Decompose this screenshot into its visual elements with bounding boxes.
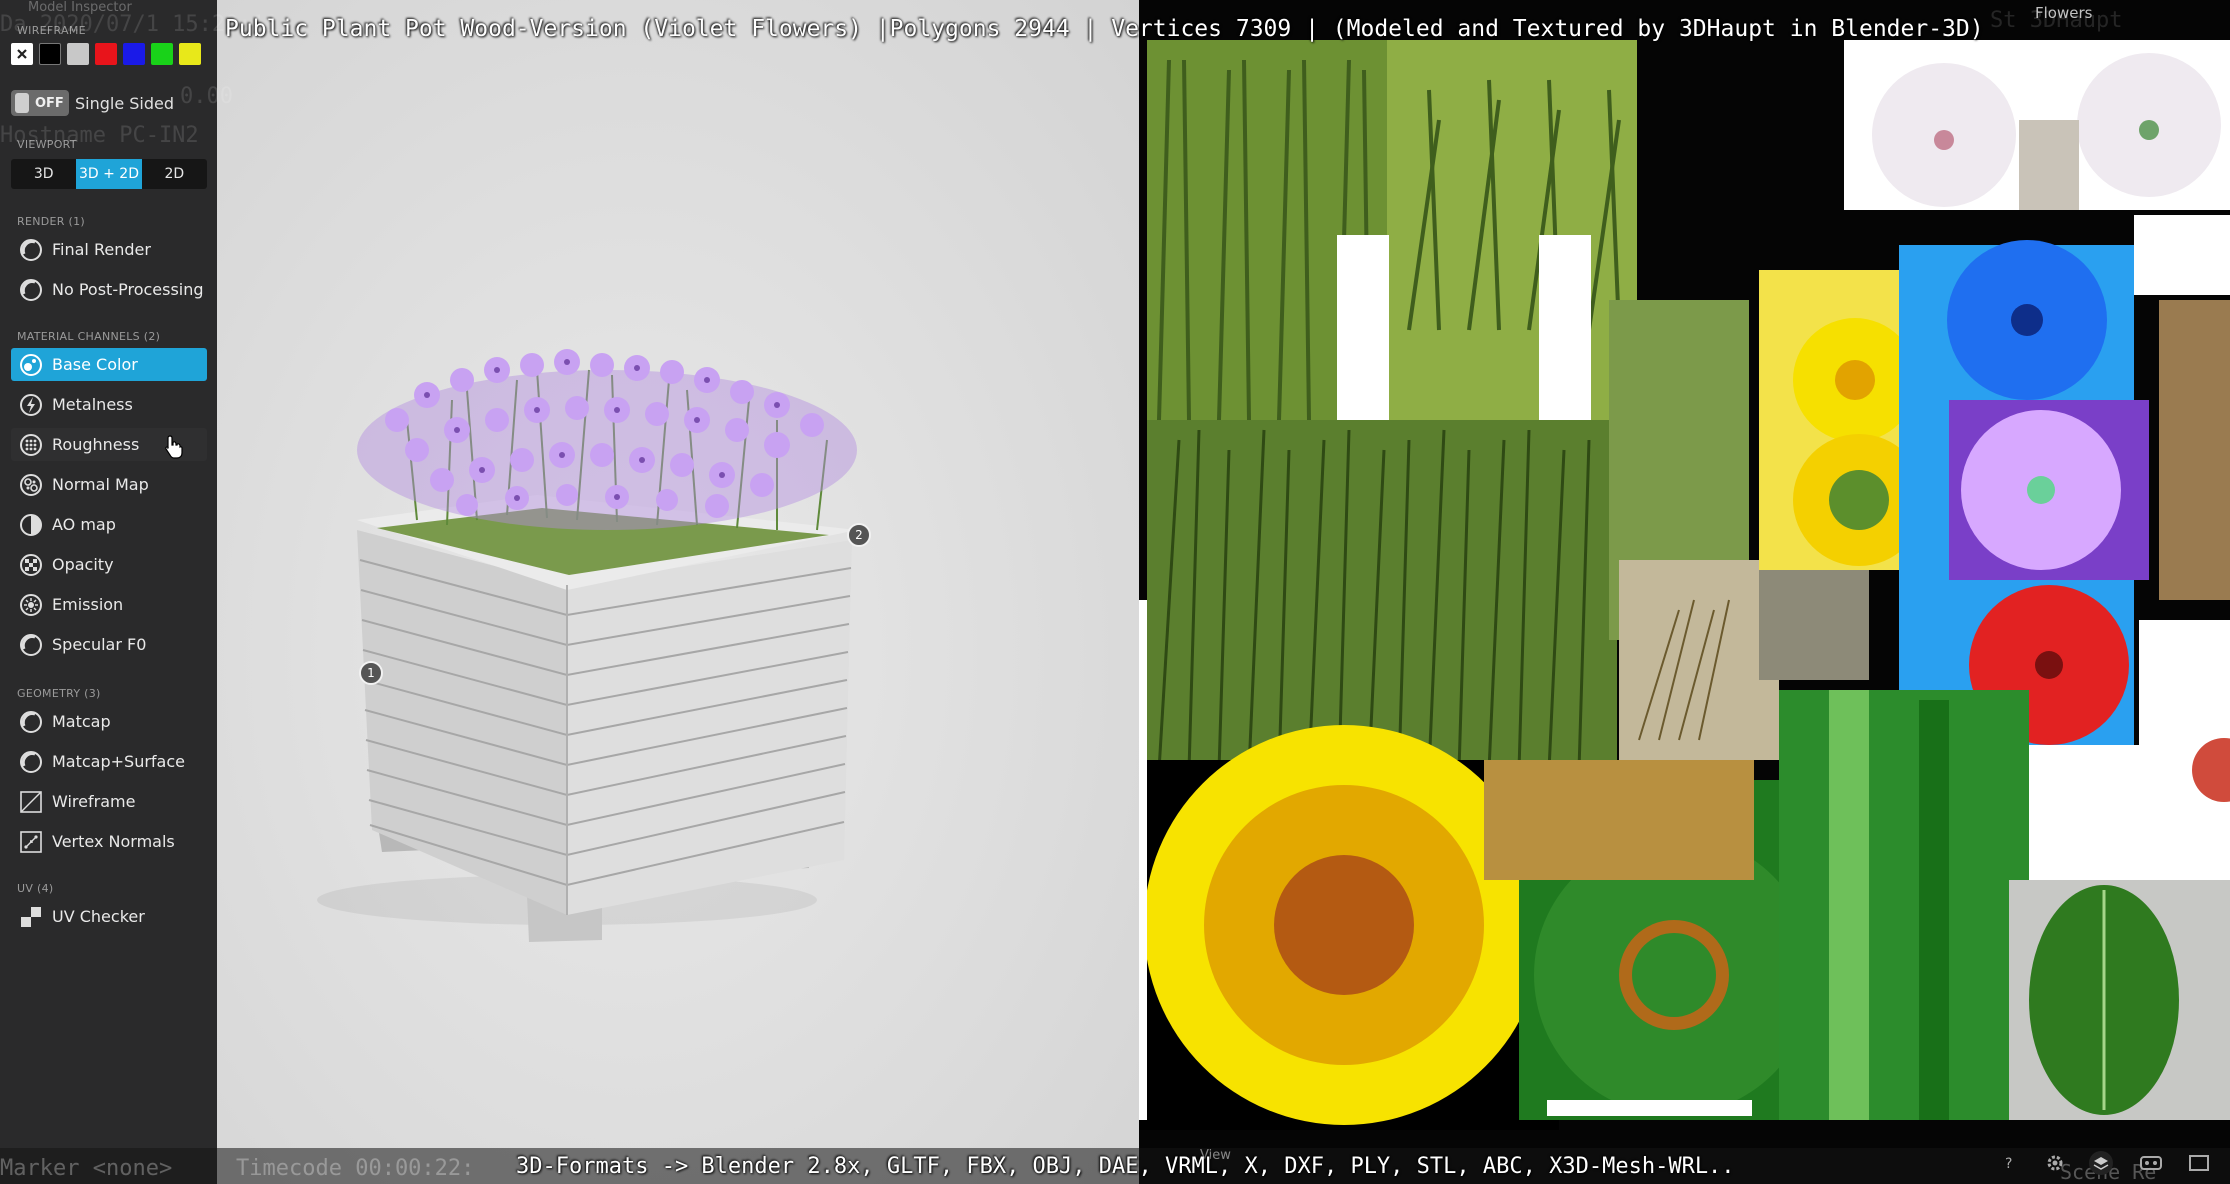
menu-item-specular-f0[interactable]: Specular F0: [11, 628, 207, 661]
menu-item-label: Roughness: [52, 435, 140, 454]
matcap-surface-icon: [17, 748, 45, 776]
swatch-red[interactable]: [95, 43, 117, 65]
swatch-grey[interactable]: [67, 43, 89, 65]
close-icon: [17, 49, 27, 59]
swatch-none[interactable]: [11, 43, 33, 65]
viewport-mode-2d[interactable]: 2D: [142, 159, 207, 189]
menu-item-uv-checker[interactable]: UV Checker: [11, 900, 207, 933]
menu-item-label: Wireframe: [52, 792, 136, 811]
flower-texture-atlas: [1139, 0, 2230, 1184]
roughness-icon: [17, 431, 45, 459]
menu-item-label: Vertex Normals: [52, 832, 175, 851]
single-sided-toggle[interactable]: OFF: [11, 90, 69, 116]
menu-item-metalness[interactable]: Metalness: [11, 388, 207, 421]
render-heading: RENDER (1): [17, 215, 85, 228]
swatch-black[interactable]: [39, 43, 61, 65]
menu-item-ao-map[interactable]: AO map: [11, 508, 207, 541]
menu-item-emission[interactable]: Emission: [11, 588, 207, 621]
ghost-timecode: Timecode 00:00:22:: [236, 1156, 475, 1181]
specular-icon: [17, 631, 45, 659]
swatch-blue[interactable]: [123, 43, 145, 65]
help-icon[interactable]: ?: [1994, 1148, 2024, 1178]
geometry-heading: GEOMETRY (3): [17, 687, 101, 700]
svg-text:?: ?: [2005, 1156, 2012, 1172]
render-circle-icon: [17, 236, 45, 264]
menu-item-label: UV Checker: [52, 907, 145, 926]
normal-map-icon: [17, 471, 45, 499]
viewport-mode-3d[interactable]: 3D: [11, 159, 76, 189]
menu-item-final-render[interactable]: Final Render: [11, 233, 207, 266]
material-channels-heading: MATERIAL CHANNELS (2): [17, 330, 161, 343]
ghost-right-top: St 3DHaupt: [1990, 8, 2123, 33]
ghost-hostname: Hostname PC-IN2: [0, 123, 199, 148]
video-title-overlay: Public Plant Pot Wood-Version (Violet Fl…: [225, 16, 1984, 42]
menu-item-no-post-processing[interactable]: No Post-Processing: [11, 273, 207, 306]
ghost-marker: Marker <none>: [0, 1156, 173, 1181]
toggle-state: OFF: [35, 95, 64, 111]
single-sided-label: Single Sided: [75, 94, 175, 113]
menu-item-label: Matcap: [52, 712, 111, 731]
menu-item-matcap[interactable]: Matcap: [11, 705, 207, 738]
palette-icon: [17, 351, 45, 379]
menu-item-label: Specular F0: [52, 635, 147, 654]
ao-map-icon: [17, 511, 45, 539]
swatch-yellow[interactable]: [179, 43, 201, 65]
menu-item-label: Normal Map: [52, 475, 149, 494]
menu-item-label: Final Render: [52, 240, 151, 259]
menu-item-vertex-normals[interactable]: Vertex Normals: [11, 825, 207, 858]
menu-item-base-color[interactable]: Base Color: [11, 348, 207, 381]
menu-item-label: Metalness: [52, 395, 133, 414]
menu-item-matcap-surface[interactable]: Matcap+Surface: [11, 745, 207, 778]
3d-viewport[interactable]: 1 2: [217, 0, 1139, 1184]
settings-gear-icon[interactable]: [2040, 1148, 2070, 1178]
mouse-cursor-icon: [163, 434, 185, 464]
plant-pot-model: [317, 349, 857, 942]
render-circle-icon: [17, 276, 45, 304]
menu-item-label: No Post-Processing: [52, 280, 204, 299]
model-inspector-sidebar: WIREFRAME OFF Single Sided VIEWPORT 3D 3…: [0, 0, 217, 1184]
menu-item-label: Base Color: [52, 355, 138, 374]
vertex-normals-icon: [17, 828, 45, 856]
menu-item-wireframe[interactable]: Wireframe: [11, 785, 207, 818]
wireframe-color-swatches: [11, 43, 201, 65]
menu-item-label: Opacity: [52, 555, 114, 574]
annotation-marker-2[interactable]: 2: [847, 523, 871, 547]
uv-checker-icon: [17, 903, 45, 931]
menu-item-label: Emission: [52, 595, 124, 614]
menu-item-label: AO map: [52, 515, 116, 534]
fullscreen-icon[interactable]: [2184, 1148, 2214, 1178]
emission-icon: [17, 591, 45, 619]
viewport-mode-3d-2d[interactable]: 3D + 2D: [76, 159, 142, 189]
viewport-mode-selector: 3D 3D + 2D 2D: [11, 159, 207, 189]
metal-icon: [17, 391, 45, 419]
menu-item-label: Matcap+Surface: [52, 752, 185, 771]
formats-overlay: 3D-Formats -> Blender 2.8x, GLTF, FBX, O…: [516, 1154, 1735, 1179]
opacity-icon: [17, 551, 45, 579]
uv-texture-view[interactable]: Flowers: [1139, 0, 2230, 1184]
layers-icon[interactable]: [2086, 1148, 2116, 1178]
matcap-icon: [17, 708, 45, 736]
menu-item-normal-map[interactable]: Normal Map: [11, 468, 207, 501]
swatch-green[interactable]: [151, 43, 173, 65]
vr-headset-icon[interactable]: [2136, 1148, 2166, 1178]
ghost-number: 0.00: [180, 84, 233, 109]
uv-heading: UV (4): [17, 882, 54, 895]
toggle-knob: [15, 93, 29, 113]
wireframe-icon: [17, 788, 45, 816]
annotation-marker-1[interactable]: 1: [359, 661, 383, 685]
menu-item-opacity[interactable]: Opacity: [11, 548, 207, 581]
